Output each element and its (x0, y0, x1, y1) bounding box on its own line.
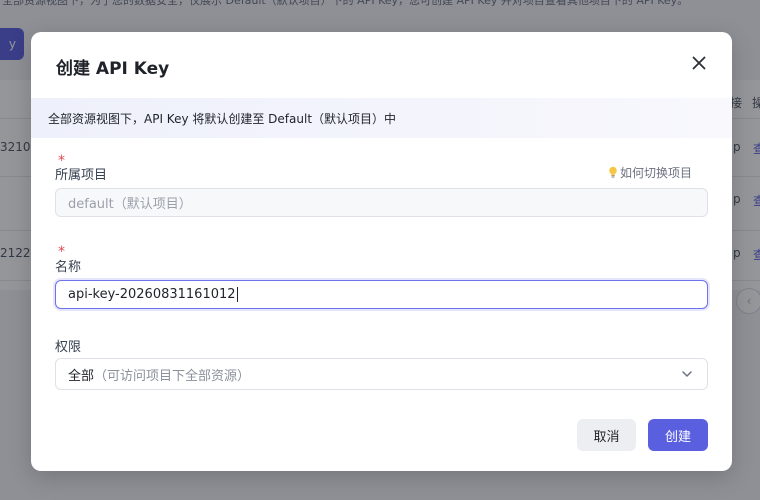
name-input-value: api-key-20260831161012 (68, 287, 236, 302)
create-button[interactable]: 创建 (648, 419, 708, 451)
default-project-notice: 全部资源视图下，API Key 将默认创建至 Default（默认项目）中 (31, 98, 732, 138)
switch-project-help-link[interactable]: 如何切换项目 (608, 164, 692, 181)
permission-label: 权限 (55, 340, 82, 355)
permission-select[interactable]: 全部 （可访问项目下全部资源） (55, 358, 708, 390)
project-field: default（默认项目） (55, 188, 708, 217)
name-input[interactable]: api-key-20260831161012 (55, 280, 708, 309)
dialog-title: 创建 API Key (56, 59, 170, 79)
project-field-value: default（默认项目） (68, 197, 192, 212)
text-caret (236, 287, 238, 302)
cancel-button[interactable]: 取消 (577, 419, 636, 451)
switch-project-help-text: 如何切换项目 (619, 166, 692, 180)
lightbulb-icon (609, 166, 617, 178)
close-button[interactable] (688, 52, 710, 74)
project-label: 所属项目 (55, 168, 108, 183)
create-api-key-dialog: 创建 API Key 全部资源视图下，API Key 将默认创建至 Defaul… (31, 32, 732, 471)
close-icon (692, 56, 706, 70)
name-label: 名称 (55, 260, 82, 275)
chevron-down-icon (682, 371, 692, 377)
permission-selected-value: 全部 (68, 368, 95, 384)
permission-selected-description: （可访问项目下全部资源） (94, 368, 251, 384)
notice-text: 全部资源视图下，API Key 将默认创建至 Default（默认项目）中 (48, 111, 397, 126)
